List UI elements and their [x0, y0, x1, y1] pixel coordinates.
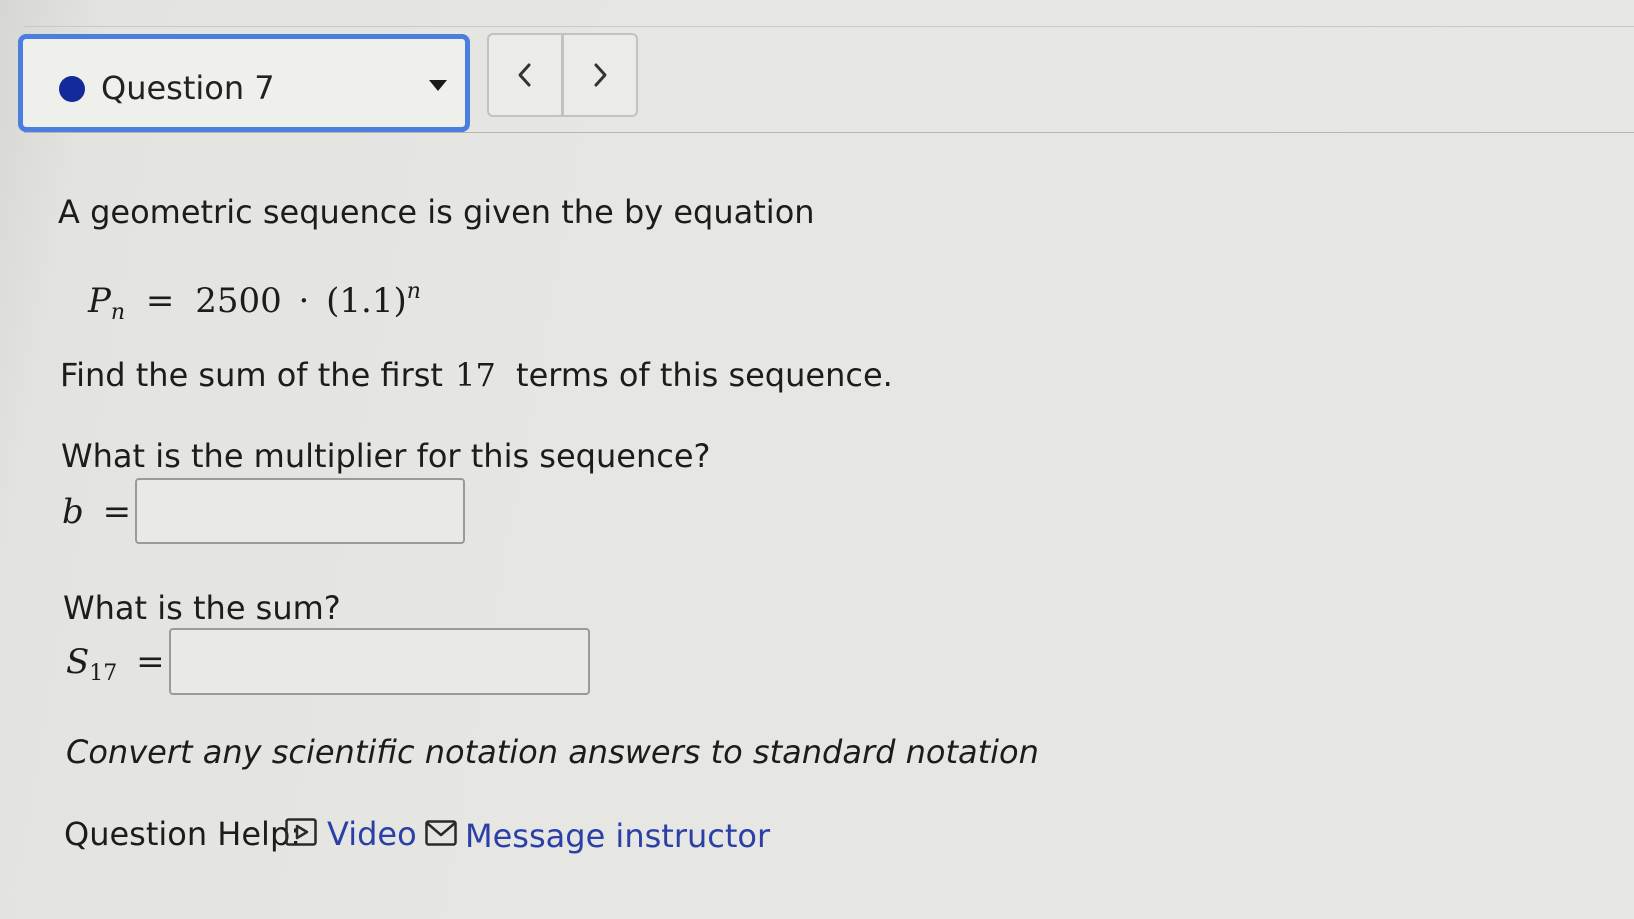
- task-after: terms of this sequence.: [516, 356, 893, 394]
- sum-sub: 17: [89, 661, 118, 686]
- problem-intro: A geometric sequence is given the by equ…: [58, 193, 815, 231]
- next-question-button[interactable]: [562, 33, 638, 117]
- equation-exponent: n: [406, 279, 421, 304]
- notation-note: Convert any scientific notation answers …: [66, 733, 1039, 771]
- message-instructor-link[interactable]: Message instructor: [465, 816, 770, 856]
- sequence-equation: Pn = 2500 · (1.1)n: [88, 272, 421, 333]
- sum-var: S: [66, 642, 90, 682]
- equation-equals: =: [145, 281, 175, 321]
- sum-equals: =: [136, 642, 165, 682]
- video-play-icon[interactable]: [285, 818, 317, 846]
- caret-down-icon: [429, 80, 447, 91]
- multiplier-label: b =: [62, 492, 131, 532]
- multiplier-equals: =: [102, 492, 132, 532]
- equation-coefficient: 2500: [195, 281, 282, 321]
- equation-base: (1.1): [326, 281, 407, 321]
- header-divider: [24, 132, 1634, 133]
- equation-dot: ·: [298, 281, 310, 321]
- top-divider: [24, 26, 1634, 27]
- question-selector[interactable]: Question 7: [18, 34, 470, 132]
- previous-question-button[interactable]: [487, 33, 563, 117]
- question-selector-label: Question 7: [101, 69, 275, 107]
- chevron-left-icon: [518, 63, 531, 87]
- task-statement: Find the sum of the first 17 terms of th…: [60, 355, 893, 395]
- sum-input[interactable]: [169, 628, 590, 695]
- question-help-label: Question Help:: [64, 815, 302, 853]
- envelope-icon[interactable]: [425, 820, 457, 846]
- equation-lhs-var: P: [88, 281, 111, 321]
- task-before: Find the sum of the first: [60, 356, 443, 394]
- equation-lhs-sub: n: [110, 300, 126, 325]
- multiplier-var: b: [62, 492, 84, 532]
- multiplier-input[interactable]: [135, 478, 465, 544]
- chevron-right-icon: [594, 63, 607, 87]
- video-link[interactable]: Video: [327, 814, 417, 854]
- sum-label: S17 =: [66, 642, 165, 694]
- multiplier-question: What is the multiplier for this sequence…: [61, 437, 711, 475]
- status-dot-icon: [59, 76, 85, 102]
- task-number: 17: [455, 356, 496, 394]
- sum-question: What is the sum?: [63, 589, 341, 627]
